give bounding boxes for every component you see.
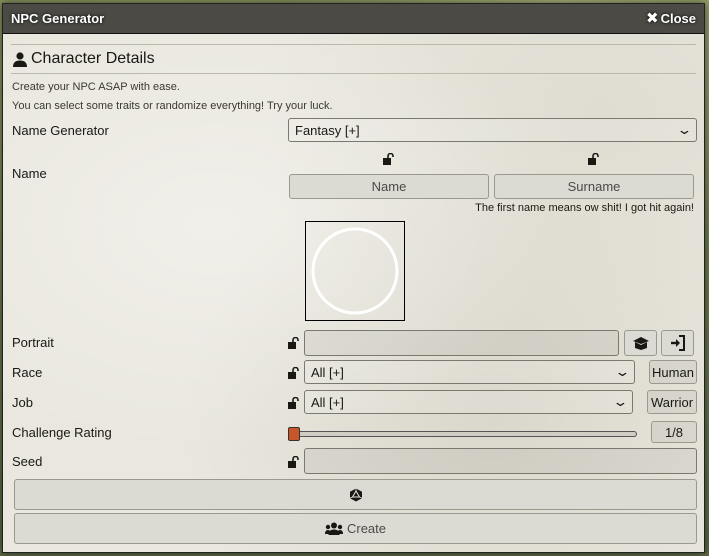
section-header: Character Details bbox=[11, 44, 696, 74]
portrait-preview[interactable] bbox=[305, 221, 405, 321]
seed-label: Seed bbox=[12, 454, 43, 469]
race-result: Human bbox=[649, 360, 697, 384]
challenge-rating-slider[interactable] bbox=[288, 427, 637, 441]
unlock-icon[interactable] bbox=[287, 337, 299, 349]
help-text-line2: You can select some traits or randomize … bbox=[12, 100, 333, 112]
unlock-icon[interactable] bbox=[287, 367, 299, 379]
sign-in-icon bbox=[670, 335, 685, 351]
chevron-down-icon: ⌄ bbox=[676, 122, 693, 137]
race-select-value: All [+] bbox=[311, 364, 344, 380]
randomize-button[interactable] bbox=[14, 479, 697, 510]
create-label: Create bbox=[346, 521, 387, 536]
challenge-rating-label: Challenge Rating bbox=[12, 425, 112, 440]
section-title: Character Details bbox=[31, 50, 155, 67]
user-icon bbox=[13, 51, 27, 67]
unlock-icon[interactable] bbox=[287, 456, 299, 468]
chevron-down-icon: ⌄ bbox=[614, 364, 631, 379]
users-icon bbox=[324, 522, 343, 535]
job-select-value: All [+] bbox=[311, 394, 344, 410]
unlock-icon[interactable] bbox=[287, 397, 299, 409]
race-select[interactable]: All [+] ⌄ bbox=[304, 360, 635, 384]
d20-icon bbox=[349, 488, 362, 501]
unlock-icon[interactable] bbox=[382, 153, 394, 165]
first-name-button[interactable]: Name bbox=[289, 174, 489, 199]
help-text-line1: Create your NPC ASAP with ease. bbox=[12, 81, 180, 93]
close-label: Close bbox=[660, 11, 696, 26]
name-generator-select[interactable]: Fantasy [+] ⌄ bbox=[288, 118, 697, 142]
box-open-icon bbox=[632, 337, 649, 350]
create-button[interactable]: Create bbox=[14, 513, 697, 544]
close-icon: ✖ bbox=[646, 10, 659, 27]
window-title: NPC Generator bbox=[11, 11, 105, 26]
unlock-icon[interactable] bbox=[587, 153, 599, 165]
window-titlebar[interactable]: NPC Generator ✖ Close bbox=[3, 4, 704, 34]
dialog-content: Character Details Create your NPC ASAP w… bbox=[11, 34, 697, 552]
close-button[interactable]: ✖ Close bbox=[646, 11, 696, 26]
seed-input[interactable] bbox=[304, 448, 697, 474]
portrait-placeholder-icon bbox=[311, 227, 399, 315]
npc-generator-window: NPC Generator ✖ Close Character Details … bbox=[2, 3, 705, 553]
portrait-import-button[interactable] bbox=[661, 330, 694, 356]
chevron-down-icon: ⌄ bbox=[612, 394, 629, 409]
race-label: Race bbox=[12, 365, 43, 380]
portrait-label: Portrait bbox=[12, 335, 54, 350]
portrait-browse-button[interactable] bbox=[624, 330, 657, 356]
job-select[interactable]: All [+] ⌄ bbox=[304, 390, 633, 414]
name-meaning-hint: The first name means ow shit! I got hit … bbox=[475, 202, 694, 214]
name-generator-value: Fantasy [+] bbox=[295, 122, 360, 138]
name-generator-label: Name Generator bbox=[12, 123, 109, 138]
challenge-rating-value: 1/8 bbox=[651, 421, 697, 443]
job-label: Job bbox=[12, 395, 33, 410]
job-result: Warrior bbox=[647, 390, 697, 414]
portrait-input[interactable] bbox=[304, 330, 619, 356]
slider-thumb[interactable] bbox=[288, 427, 300, 441]
surname-button[interactable]: Surname bbox=[494, 174, 694, 199]
name-label: Name bbox=[12, 166, 47, 181]
